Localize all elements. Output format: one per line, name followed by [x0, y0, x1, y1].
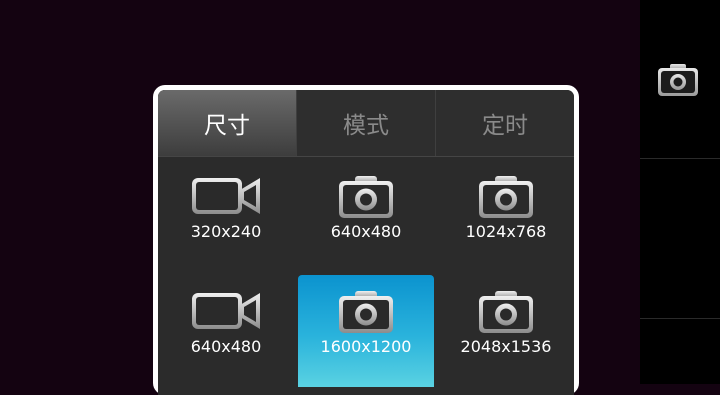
- camera-icon: [479, 176, 533, 218]
- divider: [640, 158, 720, 159]
- divider: [640, 318, 720, 319]
- size-option-640x480[interactable]: 640x480: [298, 160, 434, 272]
- size-option-640x480-video[interactable]: 640x480: [158, 275, 294, 387]
- tab-mode[interactable]: 模式: [297, 90, 436, 156]
- size-label: 1600x1200: [320, 337, 412, 356]
- camera-icon: [479, 291, 533, 333]
- camera-icon: [339, 291, 393, 333]
- settings-panel: 尺寸 模式 定时 320x240 640x480 1024x768 640x48…: [153, 85, 579, 395]
- size-option-320x240[interactable]: 320x240: [158, 160, 294, 272]
- size-label: 640x480: [190, 337, 262, 356]
- tab-size[interactable]: 尺寸: [158, 90, 297, 156]
- size-label: 320x240: [190, 222, 262, 241]
- settings-tabs: 尺寸 模式 定时: [158, 90, 574, 157]
- camera-icon[interactable]: [656, 62, 700, 98]
- size-option-1600x1200[interactable]: 1600x1200: [298, 275, 434, 387]
- size-option-2048x1536[interactable]: 2048x1536: [438, 275, 574, 387]
- camera-icon: [339, 176, 393, 218]
- tab-timer[interactable]: 定时: [436, 90, 574, 156]
- video-camera-icon: [192, 178, 260, 214]
- size-label: 1024x768: [465, 222, 547, 241]
- video-camera-icon: [192, 293, 260, 329]
- size-option-1024x768[interactable]: 1024x768: [438, 160, 574, 272]
- camera-control-bar: [640, 0, 720, 384]
- size-label: 640x480: [330, 222, 402, 241]
- size-label: 2048x1536: [460, 337, 552, 356]
